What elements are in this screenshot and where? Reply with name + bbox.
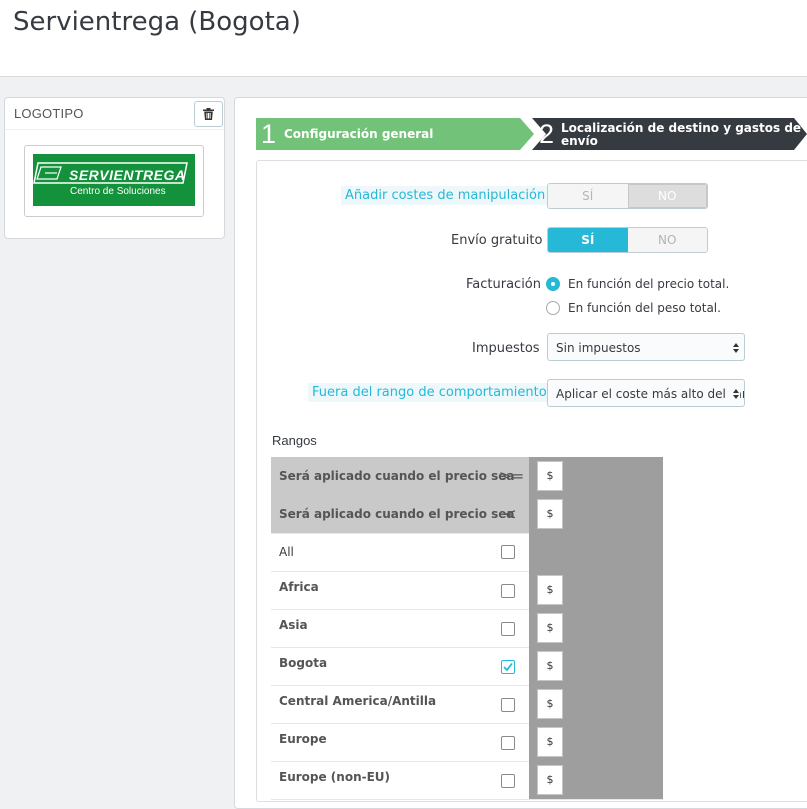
free-shipping-toggle[interactable]: SÍ NO [547,227,708,253]
zone-price-input[interactable]: $ [537,613,563,643]
zone-checkbox-checked[interactable] [501,660,515,674]
zone-checkbox[interactable] [501,774,515,788]
carrier-logo: SERVIENTREGA Centro de Soluciones [33,154,195,206]
range-to-input[interactable]: $ [537,499,563,529]
zone-row: Central America/Antilla $ [271,685,663,724]
zone-row: Asia $ [271,609,663,648]
trash-icon [203,108,214,120]
zone-all-checkbox[interactable] [501,545,515,559]
step-1-label: Configuración general [284,127,434,141]
billing-option-total-price[interactable]: En función del precio total. [546,277,729,291]
range-from-operator: >= [499,467,525,485]
zone-row-all: All [271,533,663,572]
zone-price-input[interactable]: $ [537,765,563,795]
zone-price-input[interactable]: $ [537,651,563,681]
range-header-row-from: Será aplicado cuando el precio sea >= $ [271,457,663,496]
out-of-range-select[interactable]: Aplicar el coste más alto del ran [547,379,745,407]
logo-frame: SERVIENTREGA Centro de Soluciones [24,145,204,217]
zone-name: Africa [279,580,319,594]
zone-checkbox[interactable] [501,622,515,636]
taxes-select[interactable]: Sin impuestos [547,333,745,361]
handling-costs-label: Añadir costes de manipulación [341,186,550,205]
step-1-number: 1 [261,119,277,149]
handling-costs-no[interactable]: NO [627,184,707,208]
ranges-label: Rangos [272,433,317,448]
free-shipping-no[interactable]: NO [627,228,707,252]
out-of-range-select-value: Aplicar el coste más alto del ran [556,387,745,401]
zone-all-label: All [279,545,294,559]
wizard-step-1[interactable]: 1 Configuración general [256,118,536,150]
range-to-label: Será aplicado cuando el precio sea [279,507,515,521]
step-2-number: 2 [539,119,555,149]
logo-text-main: SERVIENTREGA [69,167,186,183]
select-arrows-icon [729,334,740,360]
logo-text-sub: Centro de Soluciones [70,186,166,197]
taxes-label: Impuestos [472,341,540,356]
page-title: Servientrega (Bogota) [13,7,301,37]
zone-row: Europe $ [271,723,663,762]
billing-option-total-price-label: En función del precio total. [568,277,730,291]
zone-checkbox[interactable] [501,584,515,598]
range-to-operator: < [504,505,517,523]
zone-name: Asia [279,618,308,632]
billing-option-total-weight-label: En función del peso total. [568,301,721,315]
out-of-range-label: Fuera del rango de comportamiento [308,383,551,402]
range-header-row-to: Será aplicado cuando el precio sea < $ [271,495,663,534]
checkmark-icon [503,662,513,672]
zone-price-input[interactable]: $ [537,575,563,605]
zone-price-input[interactable]: $ [537,727,563,757]
free-shipping-yes[interactable]: SÍ [548,228,628,252]
zone-name: Europe (non-EU) [279,770,391,784]
wizard-step-2[interactable]: 2 Localización de destino y gastos de en… [532,118,807,150]
zone-name: Europe [279,732,327,746]
step-2-label-line1: Localización de destino y gastos de [561,121,802,135]
zone-checkbox[interactable] [501,698,515,712]
delete-logo-button[interactable] [194,101,223,127]
logo-heading-label: LOGOTIPO [14,106,84,121]
taxes-select-value: Sin impuestos [556,341,641,355]
billing-option-total-weight[interactable]: En función del peso total. [546,301,721,315]
page-header: Servientrega (Bogota) [0,0,807,77]
zone-name: Bogota [279,656,328,670]
step-2-label-line2: envío [561,134,598,148]
handling-costs-toggle[interactable]: SÍ NO [547,183,708,209]
zone-row: Africa $ [271,571,663,610]
select-arrows-icon [729,380,740,406]
billing-radio-total-price[interactable] [546,277,560,291]
range-from-label: Será aplicado cuando el precio sea [279,469,515,483]
logo-panel: LOGOTIPO SERVIENTREGA Centro de Solucion… [4,97,225,239]
zone-row: Europe (non-EU) $ [271,761,663,800]
zone-checkbox[interactable] [501,736,515,750]
range-column-bg [529,533,663,571]
zone-row: Bogota $ [271,647,663,686]
billing-label: Facturación [466,277,541,292]
free-shipping-label: Envío gratuito [451,233,543,248]
range-from-input[interactable]: $ [537,461,563,491]
zone-price-input[interactable]: $ [537,689,563,719]
billing-radio-total-weight[interactable] [546,301,560,315]
logo-panel-heading: LOGOTIPO [5,98,224,130]
handling-costs-yes[interactable]: SÍ [548,184,628,208]
zone-name: Central America/Antilla [279,694,437,708]
